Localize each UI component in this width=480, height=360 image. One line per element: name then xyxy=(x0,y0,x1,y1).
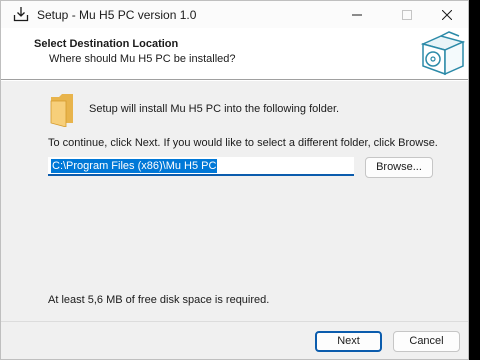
wizard-header: Select Destination Location Where should… xyxy=(1,28,468,79)
next-button[interactable]: Next xyxy=(315,331,382,352)
browse-button[interactable]: Browse... xyxy=(365,157,433,178)
close-button[interactable] xyxy=(425,1,468,28)
continue-instructions: To continue, click Next. If you would li… xyxy=(48,137,438,149)
folder-icon xyxy=(50,94,73,127)
setup-window: Setup - Mu H5 PC version 1.0 Select Dest… xyxy=(0,0,469,360)
maximize-icon xyxy=(402,9,412,20)
install-message: Setup will install Mu H5 PC into the fol… xyxy=(89,103,340,115)
minimize-button[interactable] xyxy=(335,1,379,28)
maximize-button[interactable] xyxy=(385,1,429,28)
close-icon xyxy=(442,9,452,20)
destination-path-value: C:\Program Files (x86)\Mu H5 PC xyxy=(51,159,218,173)
installer-icon xyxy=(13,7,29,22)
minimize-icon xyxy=(352,14,362,15)
page-subtitle: Where should Mu H5 PC be installed? xyxy=(49,53,236,65)
footer-divider xyxy=(1,321,468,322)
title-bar[interactable]: Setup - Mu H5 PC version 1.0 xyxy=(1,1,468,28)
disk-space-requirement: At least 5,6 MB of free disk space is re… xyxy=(48,294,270,306)
window-title: Setup - Mu H5 PC version 1.0 xyxy=(37,8,197,22)
cancel-button[interactable]: Cancel xyxy=(393,331,460,352)
setup-box-icon xyxy=(420,31,466,76)
wizard-content: Setup will install Mu H5 PC into the fol… xyxy=(1,81,468,321)
page-title: Select Destination Location xyxy=(34,38,179,50)
